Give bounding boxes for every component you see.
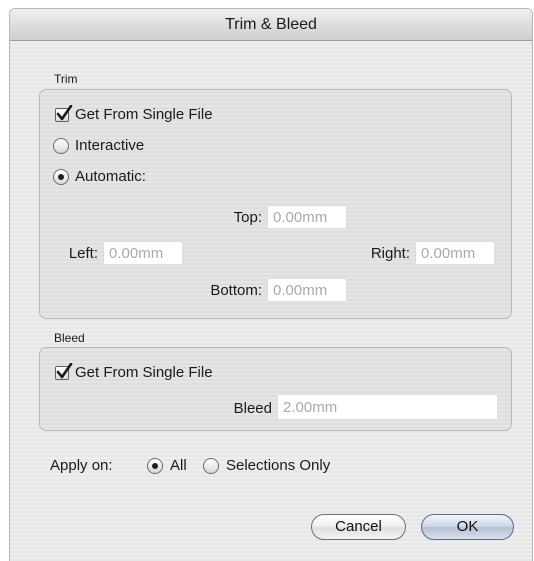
apply-on-selections-only-radio[interactable] xyxy=(203,458,219,474)
trim-bottom-field[interactable] xyxy=(267,278,347,302)
trim-left-label: Left: xyxy=(68,245,98,262)
trim-right-label: Right: xyxy=(370,245,410,262)
bleed-field[interactable] xyxy=(277,394,498,420)
apply-on-all-label: All xyxy=(170,457,187,474)
trim-interactive-label: Interactive xyxy=(75,137,145,154)
bleed-get-from-single-file-checkbox[interactable] xyxy=(55,363,73,380)
trim-automatic-label: Automatic: xyxy=(75,168,146,185)
radio-dot-icon xyxy=(58,174,64,180)
checkmark-icon xyxy=(56,363,73,379)
trim-interactive-radio[interactable] xyxy=(53,138,69,154)
bleed-label: Bleed xyxy=(233,400,272,417)
window-title: Trim & Bleed xyxy=(10,9,532,41)
trim-get-from-single-file-label: Get From Single File xyxy=(75,106,213,123)
ok-button[interactable]: OK xyxy=(421,514,514,540)
trim-get-from-single-file-checkbox[interactable] xyxy=(55,105,73,122)
apply-on-label: Apply on: xyxy=(50,457,113,474)
checkmark-icon xyxy=(56,105,73,121)
bleed-section-label: Bleed xyxy=(54,331,85,345)
trim-automatic-radio[interactable] xyxy=(53,169,69,185)
cancel-button[interactable]: Cancel xyxy=(311,514,406,540)
trim-left-field[interactable] xyxy=(103,241,183,265)
trim-top-field[interactable] xyxy=(267,205,347,229)
trim-right-field[interactable] xyxy=(415,241,495,265)
radio-dot-icon xyxy=(152,463,158,469)
trim-bleed-dialog: Trim & Bleed Trim Get From Single File I… xyxy=(9,8,533,561)
trim-section-label: Trim xyxy=(54,72,78,86)
bleed-get-from-single-file-label: Get From Single File xyxy=(75,364,213,381)
apply-on-all-radio[interactable] xyxy=(147,458,163,474)
trim-top-label: Top: xyxy=(233,209,262,226)
apply-on-selections-only-label: Selections Only xyxy=(226,457,331,474)
trim-bottom-label: Bottom: xyxy=(210,282,262,299)
